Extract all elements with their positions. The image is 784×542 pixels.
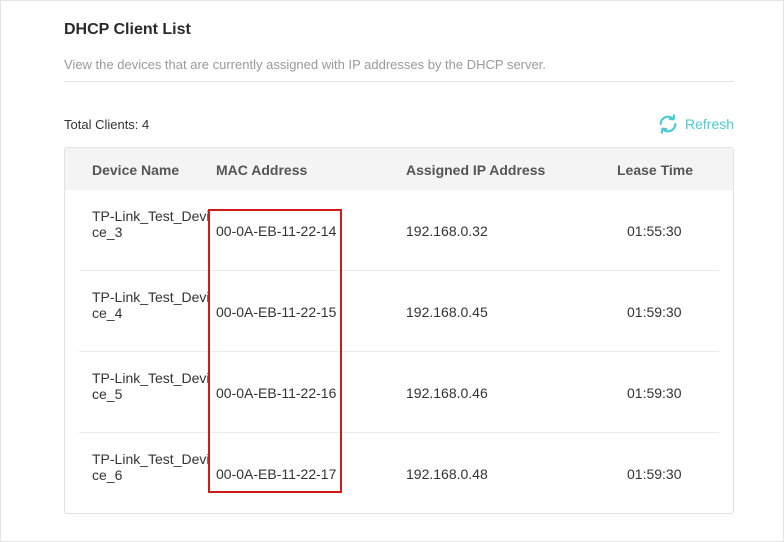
dhcp-client-table: Device Name MAC Address Assigned IP Addr… [64, 147, 734, 514]
page-title: DHCP Client List [64, 21, 191, 38]
device-name-cell: TP-Link_Test_Device_6 [92, 451, 210, 483]
mac-address-cell: 00-0A-EB-11-22-17 [216, 466, 337, 482]
device-name-cell: TP-Link_Test_Device_3 [92, 208, 210, 240]
ip-address-cell: 192.168.0.46 [406, 385, 488, 401]
lease-time-cell: 01:55:30 [627, 223, 682, 239]
section-divider [64, 81, 734, 82]
lease-time-cell: 01:59:30 [627, 385, 682, 401]
ip-address-cell: 192.168.0.32 [406, 223, 488, 239]
dhcp-client-list-panel: DHCP Client List View the devices that a… [0, 0, 784, 542]
total-clients-count: Total Clients: 4 [64, 117, 150, 132]
refresh-button[interactable]: Refresh [657, 113, 734, 135]
device-name-cell: TP-Link_Test_Device_5 [92, 370, 210, 402]
table-row: TP-Link_Test_Device_3 00-0A-EB-11-22-14 … [65, 190, 733, 271]
lease-time-cell: 01:59:30 [627, 466, 682, 482]
mac-address-cell: 00-0A-EB-11-22-14 [216, 223, 337, 239]
table-row: TP-Link_Test_Device_5 00-0A-EB-11-22-16 … [65, 352, 733, 433]
refresh-icon[interactable] [657, 113, 679, 135]
ip-address-cell: 192.168.0.45 [406, 304, 488, 320]
mac-address-cell: 00-0A-EB-11-22-16 [216, 385, 337, 401]
column-header-lease-time: Lease Time [617, 162, 694, 178]
device-name-cell: TP-Link_Test_Device_4 [92, 289, 210, 321]
ip-address-cell: 192.168.0.48 [406, 466, 488, 482]
page-description: View the devices that are currently assi… [64, 57, 546, 72]
mac-address-cell: 00-0A-EB-11-22-15 [216, 304, 337, 320]
table-header: Device Name MAC Address Assigned IP Addr… [65, 148, 733, 190]
refresh-label[interactable]: Refresh [685, 116, 734, 132]
column-header-mac-address: MAC Address [216, 162, 308, 178]
column-header-assigned-ip: Assigned IP Address [406, 162, 546, 178]
lease-time-cell: 01:59:30 [627, 304, 682, 320]
table-row: TP-Link_Test_Device_6 00-0A-EB-11-22-17 … [65, 433, 733, 513]
column-header-device-name: Device Name [92, 162, 180, 178]
table-row: TP-Link_Test_Device_4 00-0A-EB-11-22-15 … [65, 271, 733, 352]
